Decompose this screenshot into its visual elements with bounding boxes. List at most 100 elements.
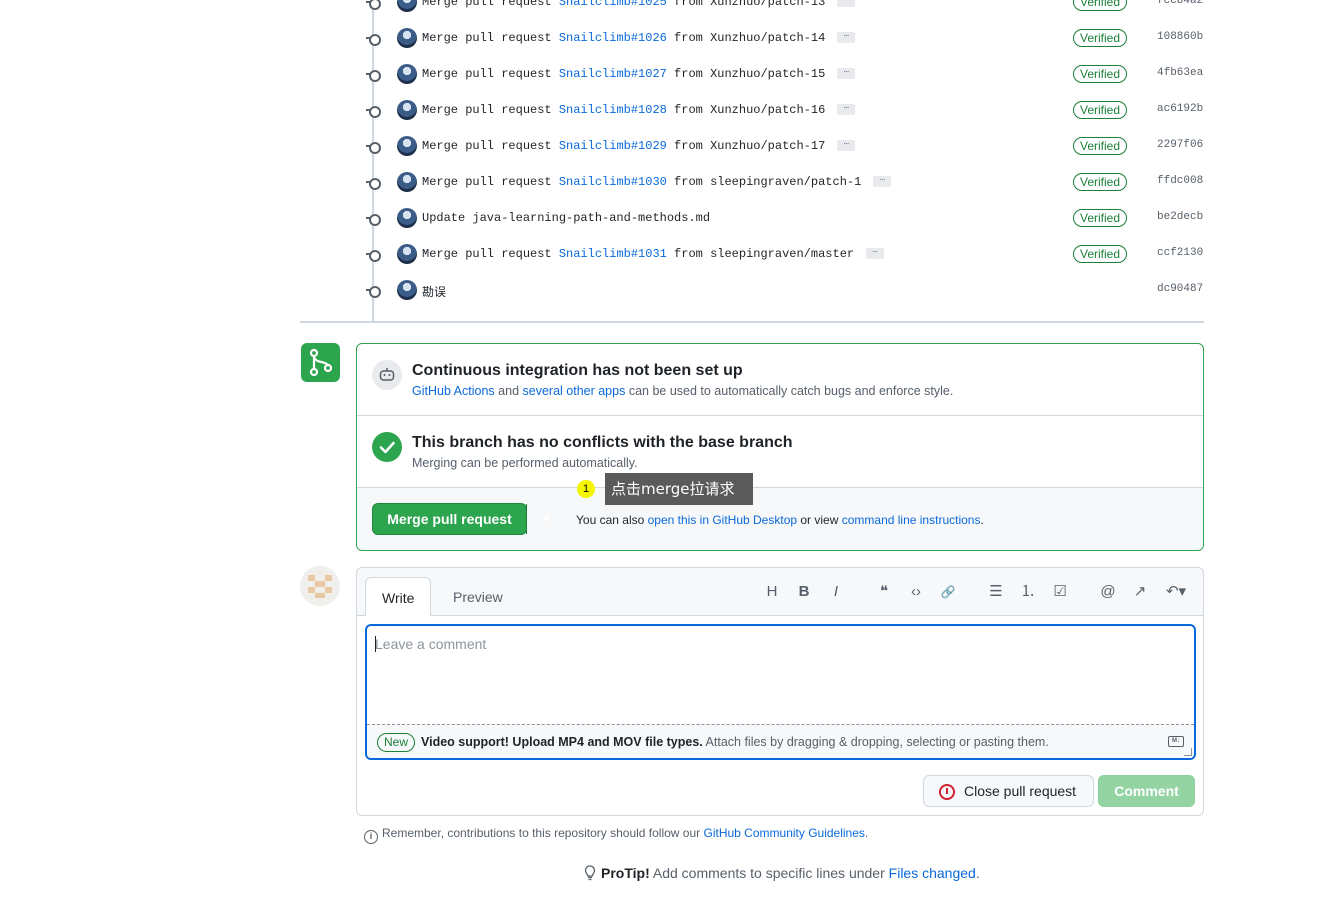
cross-reference-icon[interactable]: ↗ xyxy=(1130,582,1150,602)
code-icon[interactable]: ‹› xyxy=(906,582,926,602)
commit-sha-link[interactable]: 4fb63ea xyxy=(1157,67,1203,79)
tab-write[interactable]: Write xyxy=(365,577,432,617)
commit-row: Update java-learning-path-and-methods.md… xyxy=(300,200,1204,236)
mention-icon[interactable]: @ xyxy=(1098,582,1118,602)
commit-sha-link[interactable]: ac6192b xyxy=(1157,103,1203,115)
pull-request-link[interactable]: Snailclimb#1027 xyxy=(559,67,667,81)
commit-message-text[interactable]: Merge pull request xyxy=(422,139,559,153)
commit-message-text[interactable]: Merge pull request xyxy=(422,0,559,9)
merge-options-dropdown-icon[interactable] xyxy=(528,504,568,534)
other-apps-link[interactable]: several other apps xyxy=(523,384,626,398)
github-actions-link[interactable]: GitHub Actions xyxy=(412,384,495,398)
new-badge: New xyxy=(377,733,416,752)
verified-badge[interactable]: Verified xyxy=(1073,209,1128,227)
commit-list: Merge pull request Snailclimb#1025 from … xyxy=(300,0,1204,322)
commit-message[interactable]: Merge pull request Snailclimb#1028 from … xyxy=(422,102,856,117)
commit-message-text[interactable]: 勘误 xyxy=(422,286,446,300)
pull-request-link[interactable]: Snailclimb#1030 xyxy=(559,175,667,189)
github-desktop-link[interactable]: open this in GitHub Desktop xyxy=(648,513,797,527)
commit-sha-link[interactable]: be2decb xyxy=(1157,211,1203,223)
commit-message-text[interactable]: Merge pull request xyxy=(422,247,559,261)
commit-message-text[interactable]: Merge pull request xyxy=(422,31,559,45)
unordered-list-icon[interactable]: ☰ xyxy=(986,582,1006,602)
commit-row: Merge pull request Snailclimb#1028 from … xyxy=(300,92,1204,128)
commit-message-text[interactable]: from sleepingraven/patch-1 xyxy=(667,175,861,189)
verified-badge[interactable]: Verified xyxy=(1073,65,1128,83)
commit-sha-link[interactable]: ccf2130 xyxy=(1157,247,1203,259)
comment-textarea[interactable]: Leave a comment New Video support! Uploa… xyxy=(365,624,1196,760)
commit-sha-link[interactable]: fccb4a2 xyxy=(1157,0,1203,7)
merge-pull-request-button[interactable]: Merge pull request xyxy=(373,504,527,534)
commit-message[interactable]: 勘误 xyxy=(422,283,446,300)
tab-preview[interactable]: Preview xyxy=(437,577,519,617)
commit-message[interactable]: Merge pull request Snailclimb#1031 from … xyxy=(422,246,885,261)
verified-badge[interactable]: Verified xyxy=(1073,137,1128,155)
italic-icon[interactable]: I xyxy=(826,582,846,602)
commit-row: Merge pull request Snailclimb#1030 from … xyxy=(300,164,1204,200)
pull-request-link[interactable]: Snailclimb#1025 xyxy=(559,0,667,9)
verified-badge[interactable]: Verified xyxy=(1073,0,1128,11)
commit-node-icon xyxy=(366,249,381,262)
resize-handle-icon[interactable] xyxy=(1184,748,1192,756)
pull-request-link[interactable]: Snailclimb#1029 xyxy=(559,139,667,153)
avatar[interactable] xyxy=(397,172,417,192)
commit-message-text[interactable]: from Xunzhuo/patch-15 xyxy=(667,67,825,81)
commit-message[interactable]: Merge pull request Snailclimb#1026 from … xyxy=(422,30,856,45)
commit-message-text[interactable]: Merge pull request xyxy=(422,103,559,117)
commit-message-text[interactable]: from Xunzhuo/patch-17 xyxy=(667,139,825,153)
expand-commit-button[interactable]: … xyxy=(837,138,856,152)
commit-message[interactable]: Merge pull request Snailclimb#1027 from … xyxy=(422,66,856,81)
task-list-icon[interactable]: ☑ xyxy=(1050,582,1070,602)
command-line-link[interactable]: command line instructions xyxy=(842,513,981,527)
community-guidelines-link[interactable]: GitHub Community Guidelines xyxy=(704,826,865,840)
comment-button[interactable]: Comment xyxy=(1098,775,1195,807)
commit-sha-link[interactable]: 108860b xyxy=(1157,31,1203,43)
expand-commit-button[interactable]: … xyxy=(873,174,892,188)
pull-request-link[interactable]: Snailclimb#1028 xyxy=(559,103,667,117)
file-upload-bar[interactable]: New Video support! Upload MP4 and MOV fi… xyxy=(367,724,1194,758)
commit-sha-link[interactable]: dc90487 xyxy=(1157,283,1203,295)
commit-message[interactable]: Merge pull request Snailclimb#1029 from … xyxy=(422,138,856,153)
pull-request-link[interactable]: Snailclimb#1031 xyxy=(559,247,667,261)
avatar[interactable] xyxy=(397,280,417,300)
avatar[interactable] xyxy=(397,244,417,264)
expand-commit-button[interactable]: … xyxy=(837,0,856,8)
commit-message-text[interactable]: Merge pull request xyxy=(422,175,559,189)
commit-message-text[interactable]: Merge pull request xyxy=(422,67,559,81)
commit-message-text[interactable]: from Xunzhuo/patch-13 xyxy=(667,0,825,9)
avatar[interactable] xyxy=(397,136,417,156)
commit-message[interactable]: Merge pull request Snailclimb#1030 from … xyxy=(422,174,892,189)
protip-text: Add comments to specific lines under xyxy=(649,865,889,881)
avatar[interactable] xyxy=(397,64,417,84)
heading-icon[interactable]: H xyxy=(762,582,782,602)
pull-request-link[interactable]: Snailclimb#1026 xyxy=(559,31,667,45)
commit-message-text[interactable]: from sleepingraven/master xyxy=(667,247,854,261)
expand-commit-button[interactable]: … xyxy=(837,102,856,116)
expand-commit-button[interactable]: … xyxy=(837,66,856,80)
commit-message[interactable]: Merge pull request Snailclimb#1025 from … xyxy=(422,0,856,9)
commit-message-text[interactable]: from Xunzhuo/patch-16 xyxy=(667,103,825,117)
verified-badge[interactable]: Verified xyxy=(1073,29,1128,47)
ordered-list-icon[interactable]: ⒈ xyxy=(1018,582,1038,602)
verified-badge[interactable]: Verified xyxy=(1073,101,1128,119)
markdown-icon[interactable]: M↓ xyxy=(1168,736,1184,747)
commit-message[interactable]: Update java-learning-path-and-methods.md xyxy=(422,211,710,225)
commit-message-text[interactable]: from Xunzhuo/patch-14 xyxy=(667,31,825,45)
commit-message-text[interactable]: Update java-learning-path-and-methods.md xyxy=(422,211,710,225)
close-pull-request-button[interactable]: Close pull request xyxy=(923,775,1094,807)
avatar[interactable] xyxy=(397,28,417,48)
avatar[interactable] xyxy=(397,100,417,120)
avatar[interactable] xyxy=(397,208,417,228)
files-changed-link[interactable]: Files changed xyxy=(889,865,976,881)
reply-icon[interactable]: ↶▾ xyxy=(1162,582,1190,602)
expand-commit-button[interactable]: … xyxy=(837,30,856,44)
avatar[interactable] xyxy=(397,0,417,12)
bold-icon[interactable]: B xyxy=(794,582,814,602)
expand-commit-button[interactable]: … xyxy=(866,246,885,260)
verified-badge[interactable]: Verified xyxy=(1073,173,1128,191)
commit-sha-link[interactable]: ffdc008 xyxy=(1157,175,1203,187)
commit-sha-link[interactable]: 2297f06 xyxy=(1157,139,1203,151)
verified-badge[interactable]: Verified xyxy=(1073,245,1128,263)
quote-icon[interactable]: ❝ xyxy=(874,582,894,602)
link-icon[interactable]: 🔗 xyxy=(938,582,958,602)
